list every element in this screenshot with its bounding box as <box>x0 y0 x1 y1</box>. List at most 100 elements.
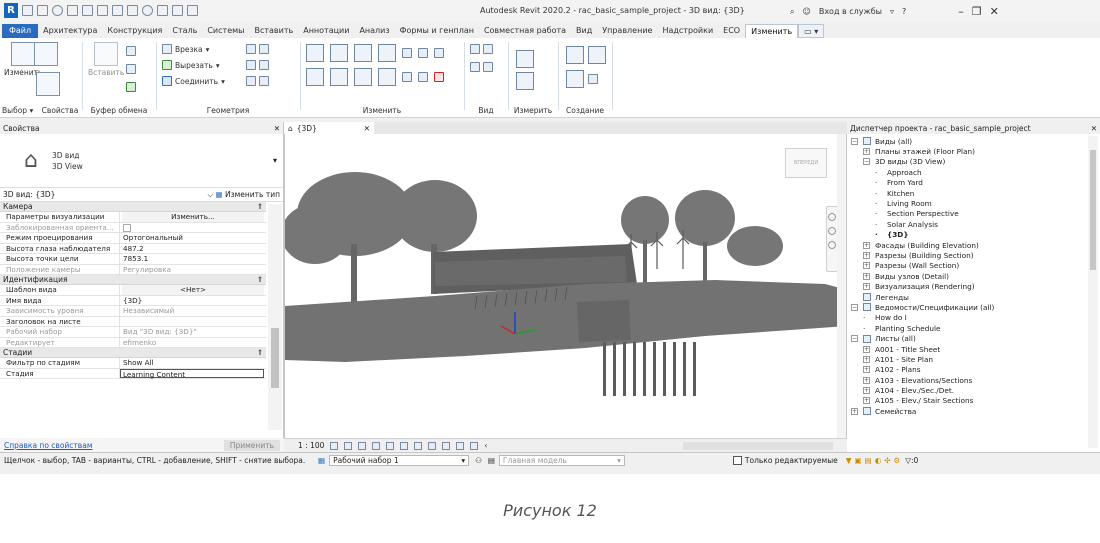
switch-windows-icon[interactable] <box>187 5 198 16</box>
property-value[interactable] <box>120 317 266 327</box>
close-icon[interactable]: ✕ <box>1091 124 1097 133</box>
expand-toggle-icon[interactable]: − <box>851 335 858 343</box>
scroll-left-icon[interactable]: ‹ <box>484 441 487 450</box>
array-icon[interactable] <box>402 72 412 82</box>
expand-toggle-icon[interactable]: − <box>863 158 870 166</box>
cart-icon[interactable]: ▿ <box>890 7 894 16</box>
ribbon-tab[interactable]: Конструкция <box>102 24 167 38</box>
worksets-icon[interactable]: ▦ <box>318 456 325 465</box>
lock-3d-icon[interactable] <box>428 441 437 450</box>
collapse-icon[interactable]: ⇑ <box>257 202 263 211</box>
open-icon[interactable] <box>22 5 33 16</box>
expand-toggle-icon[interactable]: + <box>863 148 870 156</box>
copy-element-icon[interactable] <box>330 68 348 86</box>
select-options-button[interactable] <box>34 42 58 68</box>
undo-icon[interactable] <box>67 5 78 16</box>
apply-button[interactable]: Применить <box>223 439 280 451</box>
ribbon-tab[interactable]: Надстройки <box>657 24 718 38</box>
delete-icon[interactable] <box>434 72 444 82</box>
property-edit-button[interactable]: Изменить... <box>122 212 264 222</box>
copy-clip-button[interactable] <box>126 64 136 74</box>
editable-only-toggle[interactable]: Только редактируемые <box>732 456 838 465</box>
paste-button[interactable]: Вставить <box>88 42 124 77</box>
expand-toggle-icon[interactable]: − <box>851 303 858 311</box>
ribbon-tab[interactable]: Формы и генплан <box>395 24 479 38</box>
trim-icon[interactable] <box>378 68 396 86</box>
help-icon[interactable]: ? <box>902 7 906 16</box>
active-workset-select[interactable]: Рабочий набор 1 ▾ <box>329 455 470 466</box>
mirror-axis-icon[interactable] <box>354 44 372 62</box>
browser-item[interactable]: + Виды узлов (Detail) <box>847 271 1087 281</box>
browser-item[interactable]: + A105 - Elev./ Stair Sections <box>847 396 1087 406</box>
expand-toggle-icon[interactable]: + <box>851 407 858 415</box>
minimize-button[interactable]: – <box>958 5 964 18</box>
selection-options-icons[interactable]: ▼▣▤◐✣⚙ <box>846 456 904 465</box>
analytical-model-icon[interactable] <box>470 441 479 450</box>
3d-viewport[interactable]: ВПЕРЕДИ <box>284 134 847 438</box>
contextual-tab-toggle[interactable]: ▭ ▾ <box>798 24 825 38</box>
properties-section-header[interactable]: Камера ⇑ <box>0 202 266 212</box>
property-value[interactable]: 487.2 <box>120 244 266 254</box>
cut-clip-button[interactable] <box>126 46 136 56</box>
render-icon[interactable] <box>386 441 395 450</box>
properties-section-header[interactable]: Стадии ⇑ <box>0 348 266 358</box>
property-value[interactable]: 7853.1 <box>120 254 266 264</box>
3d-view-icon[interactable] <box>142 5 153 16</box>
properties-scrollbar[interactable] <box>268 204 282 430</box>
temp-hide-icon[interactable] <box>442 441 451 450</box>
type-dropdown-icon[interactable]: ▾ <box>273 156 277 165</box>
geometry-tools-1[interactable] <box>246 44 269 54</box>
expand-toggle-icon[interactable]: + <box>863 376 870 384</box>
cope-button[interactable]: Врезка ▾ <box>162 44 209 54</box>
orbit-icon[interactable] <box>828 241 836 249</box>
measure-button[interactable] <box>516 50 534 68</box>
browser-item[interactable]: · Approach <box>847 167 1087 177</box>
properties-section-header[interactable]: Идентификация ⇑ <box>0 275 266 285</box>
detail-level-icon[interactable] <box>330 441 339 450</box>
align-icon[interactable] <box>306 44 324 62</box>
section-icon[interactable] <box>157 5 168 16</box>
property-value-input[interactable]: Learning Content <box>120 368 264 379</box>
browser-item[interactable]: + Фасады (Building Elevation) <box>847 240 1087 250</box>
select-group-label[interactable]: Выбор ▾ <box>2 106 38 115</box>
browser-item[interactable]: + Визуализация (Rendering) <box>847 281 1087 291</box>
ribbon-tab[interactable]: Системы <box>202 24 249 38</box>
view-horizontal-scrollbar[interactable] <box>683 441 833 450</box>
user-icon[interactable]: ☺ <box>802 7 810 16</box>
browser-item[interactable]: − Виды (all) <box>847 136 1087 146</box>
ribbon-tab[interactable]: Изменить <box>745 24 799 38</box>
editable-only-checkbox[interactable] <box>732 456 742 465</box>
offset-icon[interactable] <box>330 44 348 62</box>
design-options-icon[interactable]: ▤ <box>488 456 495 465</box>
signin-link[interactable]: Вход в службы <box>819 7 882 16</box>
ribbon-tab[interactable]: Аннотации <box>298 24 354 38</box>
binoculars-icon[interactable]: ⌕ <box>790 7 794 17</box>
ribbon-tab[interactable]: Вставить <box>249 24 298 38</box>
browser-item[interactable]: · How do I <box>847 313 1087 323</box>
browser-item[interactable]: + A103 - Elevations/Sections <box>847 375 1087 385</box>
geometry-tools-3[interactable] <box>246 76 269 86</box>
viewcube[interactable]: ВПЕРЕДИ <box>785 148 827 178</box>
collapse-icon[interactable]: ⇑ <box>257 275 263 284</box>
properties-button[interactable] <box>36 72 60 98</box>
expand-toggle-icon[interactable]: + <box>863 251 870 259</box>
steering-wheel-icon[interactable] <box>828 213 836 221</box>
browser-item[interactable]: · Solar Analysis <box>847 219 1087 229</box>
ribbon-tab[interactable]: Управление <box>597 24 657 38</box>
show-crop-icon[interactable] <box>414 441 423 450</box>
join-button[interactable]: Соединить ▾ <box>162 76 225 86</box>
property-value[interactable]: Show All <box>120 358 266 368</box>
zoom-icon[interactable] <box>828 227 836 235</box>
thin-lines-icon[interactable] <box>172 5 183 16</box>
move-icon[interactable] <box>306 68 324 86</box>
ribbon-tab[interactable]: Вид <box>571 24 597 38</box>
ribbon-tab[interactable]: Совместная работа <box>479 24 571 38</box>
properties-help-link[interactable]: Справка по свойствам <box>4 441 92 450</box>
view-tools-1[interactable] <box>470 44 493 54</box>
property-value[interactable]: efimenko <box>120 338 266 348</box>
browser-item[interactable]: · Planting Schedule <box>847 323 1087 333</box>
create-tools-1[interactable] <box>566 46 606 64</box>
expand-toggle-icon[interactable]: + <box>863 272 870 280</box>
expand-toggle-icon[interactable]: + <box>863 262 870 270</box>
expand-toggle-icon[interactable]: + <box>863 345 870 353</box>
